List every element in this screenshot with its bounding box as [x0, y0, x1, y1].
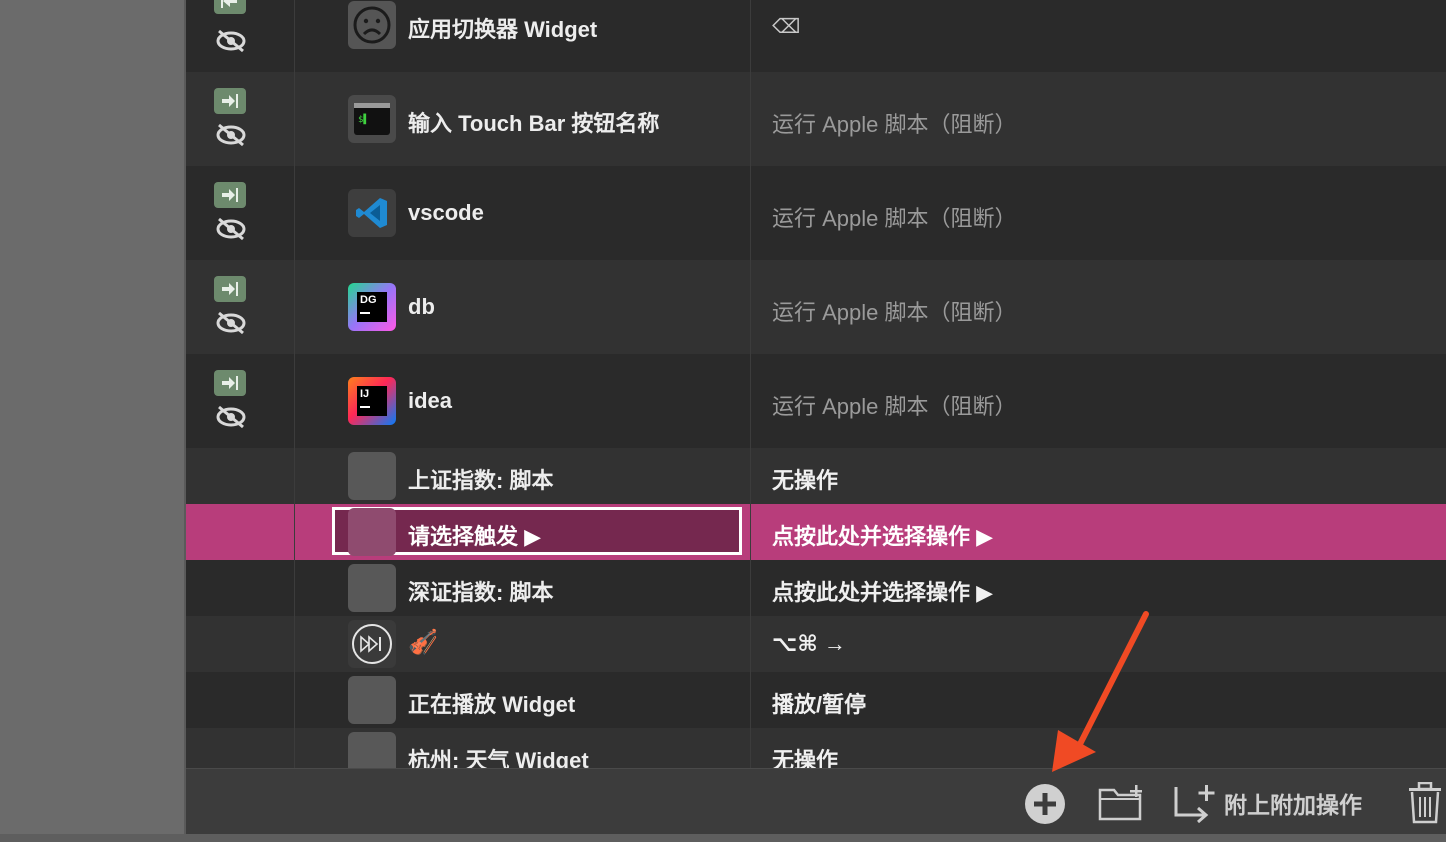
status-column — [186, 72, 294, 166]
action-label: 播放/暂停 — [772, 692, 867, 717]
trigger-label: 杭州: 天气 Widget — [408, 748, 589, 768]
action-label: ⌫ — [772, 16, 801, 38]
sad-face-icon — [348, 1, 396, 49]
sidebar — [0, 0, 184, 842]
hidden-eye-icon[interactable] — [214, 28, 248, 54]
new-folder-button[interactable] — [1098, 783, 1146, 823]
status-column — [186, 354, 294, 448]
table-row-selected[interactable]: 请选择触发 ▶ 点按此处并选择操作 ▶ — [186, 504, 1446, 560]
hidden-eye-icon[interactable] — [214, 404, 248, 430]
table-row[interactable]: IJ idea 运行 Apple 脚本（阻断） — [186, 354, 1446, 448]
table-row[interactable]: $▌ 输入 Touch Bar 按钮名称 运行 Apple 脚本（阻断） — [186, 72, 1446, 166]
blank-icon — [348, 508, 396, 556]
table-row[interactable]: 杭州: 天气 Widget 无操作 — [186, 728, 1446, 768]
enabled-badge-icon[interactable] — [214, 88, 246, 114]
intellij-icon-badge: IJ — [357, 386, 387, 416]
attach-action-button[interactable]: 附上附加操作 — [1172, 783, 1362, 823]
trigger-label: 深证指数: 脚本 — [408, 580, 554, 605]
window-bottom-edge — [0, 834, 1446, 842]
hidden-eye-icon[interactable] — [214, 122, 248, 148]
table-row[interactable]: vscode 运行 Apple 脚本（阻断） — [186, 166, 1446, 260]
table-row[interactable]: 上证指数: 脚本 无操作 — [186, 448, 1446, 504]
status-column — [186, 0, 294, 72]
datagrip-icon-text: DG — [360, 294, 377, 306]
action-label: 点按此处并选择操作 ▶ — [772, 580, 994, 605]
blank-icon — [348, 676, 396, 724]
trigger-label: 上证指数: 脚本 — [408, 468, 554, 493]
status-column — [186, 166, 294, 260]
new-folder-icon — [1098, 785, 1142, 821]
blank-icon — [348, 452, 396, 500]
table-row[interactable]: 应用切换器 Widget ⌫ — [186, 0, 1446, 72]
enabled-badge-icon[interactable] — [214, 182, 246, 208]
table-row[interactable]: 深证指数: 脚本 点按此处并选择操作 ▶ — [186, 560, 1446, 616]
attach-action-label: 附上附加操作 — [1224, 792, 1362, 818]
intellij-icon-underline — [360, 406, 370, 408]
enabled-badge-icon[interactable] — [214, 0, 246, 14]
datagrip-icon-badge: DG — [357, 292, 387, 322]
datagrip-icon-underline — [360, 312, 370, 314]
table-row[interactable]: 🎻 ⌥⌘ → — [186, 616, 1446, 672]
blank-icon — [348, 732, 396, 768]
fast-forward-icon — [348, 620, 396, 668]
bottom-toolbar: 附上附加操作 — [186, 768, 1446, 835]
select-action-label[interactable]: 点按此处并选择操作 ▶ — [772, 519, 993, 551]
trigger-label: 🎻 — [408, 629, 438, 656]
action-label: 运行 Apple 脚本（阻断） — [772, 394, 1017, 419]
blank-icon — [348, 564, 396, 612]
add-trigger-button[interactable] — [1024, 783, 1066, 825]
action-label: 运行 Apple 脚本（阻断） — [772, 300, 1017, 325]
trigger-label: 输入 Touch Bar 按钮名称 — [408, 111, 660, 136]
column-divider — [294, 0, 295, 768]
intellij-icon: IJ — [348, 377, 396, 425]
trigger-label: 正在播放 Widget — [408, 692, 576, 717]
trigger-table: 应用切换器 Widget ⌫ $▌ 输入 Touch Bar 按钮名称 运行 A… — [186, 0, 1446, 768]
action-label: 无操作 — [772, 468, 839, 493]
select-trigger-label[interactable]: 请选择触发 ▶ — [408, 519, 541, 551]
intellij-icon-text: IJ — [360, 388, 370, 400]
trigger-label: 应用切换器 Widget — [408, 17, 598, 42]
action-label: 无操作 — [772, 748, 839, 768]
column-divider — [750, 0, 751, 768]
action-label: 运行 Apple 脚本（阻断） — [772, 112, 1017, 137]
vscode-icon — [348, 189, 396, 237]
status-column — [186, 260, 294, 354]
trigger-label: db — [408, 294, 435, 319]
enabled-badge-icon[interactable] — [214, 276, 246, 302]
touchbar-table-panel: 应用切换器 Widget ⌫ $▌ 输入 Touch Bar 按钮名称 运行 A… — [186, 0, 1446, 842]
hidden-eye-icon[interactable] — [214, 216, 248, 242]
trash-icon — [1409, 782, 1441, 824]
table-row[interactable]: DG db 运行 Apple 脚本（阻断） — [186, 260, 1446, 354]
delete-button[interactable] — [1408, 782, 1442, 824]
table-row[interactable]: 正在播放 Widget 播放/暂停 — [186, 672, 1446, 728]
hidden-eye-icon[interactable] — [214, 310, 248, 336]
terminal-icon: $▌ — [348, 95, 396, 143]
svg-text:$▌: $▌ — [358, 113, 369, 125]
plus-circle-icon — [1025, 784, 1065, 824]
datagrip-icon: DG — [348, 283, 396, 331]
action-label: 运行 Apple 脚本（阻断） — [772, 206, 1017, 231]
enabled-badge-icon[interactable] — [214, 370, 246, 396]
attach-action-icon — [1174, 785, 1215, 823]
trigger-label: vscode — [408, 200, 484, 225]
action-label: ⌥⌘ → — [772, 631, 846, 656]
trigger-label: idea — [408, 388, 453, 413]
